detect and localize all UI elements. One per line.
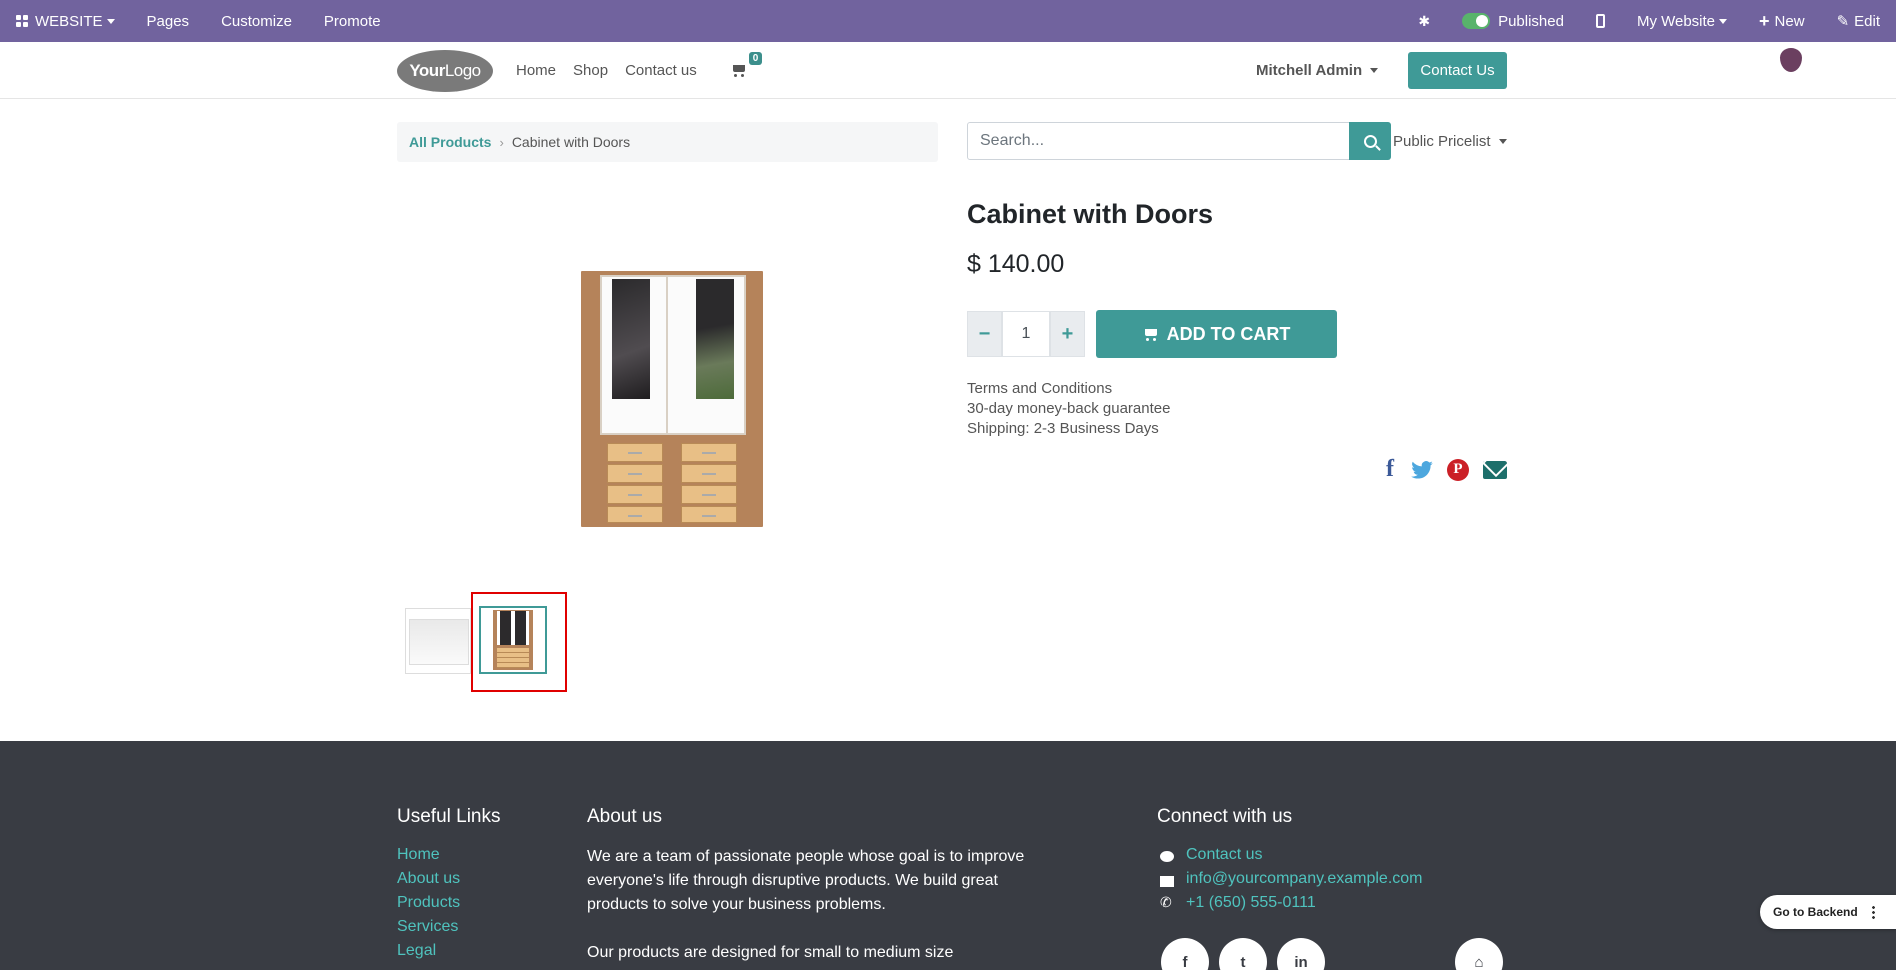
caret-down-icon <box>106 18 115 24</box>
product-thumbnail-1[interactable] <box>405 608 471 674</box>
product-main-image <box>581 271 763 527</box>
new-label: New <box>1774 12 1805 30</box>
useful-links-title: Useful Links <box>397 806 501 827</box>
cart-link[interactable]: 0 <box>731 52 763 77</box>
cart-icon <box>731 64 747 77</box>
kebab-icon[interactable] <box>1871 904 1875 920</box>
terms-line: 30-day money-back guarantee <box>967 400 1171 417</box>
promote-menu[interactable]: Promote <box>308 0 397 42</box>
about-us-text-2: Our products are designed for small to m… <box>587 944 954 961</box>
contact-us-button[interactable]: Contact Us <box>1408 52 1507 89</box>
user-menu[interactable]: Mitchell Admin <box>1256 42 1379 99</box>
pencil-icon: ✎ <box>1836 13 1850 30</box>
website-menu-label: WEBSITE <box>35 12 103 30</box>
facebook-icon[interactable]: f <box>1383 456 1397 483</box>
linkedin-icon[interactable]: in <box>1277 938 1325 970</box>
caret-down-icon <box>1498 138 1507 144</box>
nav-home[interactable]: Home <box>516 62 556 79</box>
mobile-preview-button[interactable] <box>1580 0 1621 42</box>
mobile-icon <box>1595 14 1605 28</box>
site-logo[interactable]: Your Logo <box>397 50 493 92</box>
footer-link-home[interactable]: Home <box>397 846 440 864</box>
search-input[interactable]: Search... <box>967 122 1350 160</box>
product-thumbnail-2[interactable] <box>479 606 547 674</box>
go-to-backend-button[interactable]: Go to Backend <box>1760 895 1896 929</box>
search-button[interactable] <box>1349 122 1391 160</box>
quantity-decrease-button[interactable]: − <box>967 311 1002 357</box>
footer-link-about-us[interactable]: About us <box>397 870 460 888</box>
new-button[interactable]: + New <box>1743 0 1821 42</box>
plus-icon: + <box>1759 10 1770 31</box>
publish-toggle[interactable]: Published <box>1446 0 1580 42</box>
envelope-icon <box>1160 876 1174 887</box>
toggle-icon <box>1462 13 1491 29</box>
about-us-title: About us <box>587 806 662 827</box>
admin-bar: WEBSITE Pages Customize Promote ✱ Publis… <box>0 0 1896 42</box>
cart-count-badge: 0 <box>748 52 763 65</box>
footer-contact-link[interactable]: Contact us <box>1186 846 1262 864</box>
pricelist-label: Public Pricelist <box>1393 132 1491 150</box>
published-label: Published <box>1498 12 1564 30</box>
comment-icon <box>1160 851 1174 862</box>
plus-icon: + <box>1061 322 1074 345</box>
caret-down-icon <box>1370 68 1379 73</box>
bug-icon: ✱ <box>1418 12 1431 29</box>
quantity-increase-button[interactable]: + <box>1050 311 1085 357</box>
terms-line: Terms and Conditions <box>967 380 1113 397</box>
pinterest-icon[interactable]: P <box>1447 458 1469 481</box>
footer-link-products[interactable]: Products <box>397 894 460 912</box>
footer-link-services[interactable]: Services <box>397 918 458 936</box>
minus-icon: − <box>978 322 991 345</box>
footer-phone-link[interactable]: +1 (650) 555-0111 <box>1186 894 1316 912</box>
website-menu[interactable]: WEBSITE <box>0 0 131 42</box>
envelope-icon[interactable] <box>1483 460 1507 479</box>
twitter-icon[interactable]: t <box>1219 938 1267 970</box>
product-terms: Terms and Conditions 30-day money-back g… <box>967 379 1170 439</box>
product-title: Cabinet with Doors <box>967 199 1214 229</box>
product-price: $ 140.00 <box>967 250 1065 278</box>
facebook-icon[interactable]: f <box>1161 938 1209 970</box>
footer-link-legal[interactable]: Legal <box>397 942 436 960</box>
add-to-cart-button[interactable]: ADD TO CART <box>1096 310 1337 358</box>
footer-email-link[interactable]: info@yourcompany.example.com <box>1186 870 1423 888</box>
user-name: Mitchell Admin <box>1256 62 1363 79</box>
edit-button[interactable]: ✎ Edit <box>1821 0 1896 42</box>
nav-contact-us[interactable]: Contact us <box>625 62 697 79</box>
quantity-input[interactable]: 1 <box>1002 311 1050 357</box>
breadcrumb: All Products › Cabinet with Doors <box>397 122 938 162</box>
site-header: Your Logo Home Shop Contact us 0 Mitchell… <box>0 42 1896 99</box>
terms-line: Shipping: 2-3 Business Days <box>967 420 1159 437</box>
site-footer: Useful Links Home About us Products Serv… <box>0 741 1896 970</box>
breadcrumb-separator-icon: › <box>499 134 504 150</box>
go-to-backend-label: Go to Backend <box>1773 905 1858 919</box>
main-nav: Home Shop Contact us 0 <box>516 42 763 99</box>
phone-icon: ✆ <box>1160 894 1172 910</box>
share-buttons: f P <box>1383 456 1507 483</box>
breadcrumb-current: Cabinet with Doors <box>511 134 631 150</box>
pages-menu[interactable]: Pages <box>131 0 206 42</box>
about-us-text: We are a team of passionate people whose… <box>587 848 1025 913</box>
cart-icon <box>1143 328 1159 341</box>
my-website-label: My Website <box>1636 12 1716 30</box>
breadcrumb-all-products[interactable]: All Products <box>409 134 491 150</box>
debug-button[interactable]: ✱ <box>1402 0 1446 42</box>
search-icon <box>1363 134 1377 148</box>
connect-title: Connect with us <box>1157 806 1293 827</box>
logo-text-bold: Your <box>409 61 445 80</box>
twitter-icon[interactable] <box>1411 460 1433 479</box>
edit-label: Edit <box>1854 12 1880 30</box>
add-to-cart-label: ADD TO CART <box>1166 323 1291 344</box>
nav-shop[interactable]: Shop <box>573 62 608 79</box>
customize-menu[interactable]: Customize <box>205 0 308 42</box>
home-icon[interactable]: ⌂ <box>1455 938 1503 970</box>
pricelist-dropdown[interactable]: Public Pricelist <box>1393 122 1507 160</box>
caret-down-icon <box>1719 18 1728 24</box>
logo-text-light: Logo <box>444 61 481 80</box>
my-website-menu[interactable]: My Website <box>1621 0 1743 42</box>
apps-grid-icon <box>16 15 28 27</box>
